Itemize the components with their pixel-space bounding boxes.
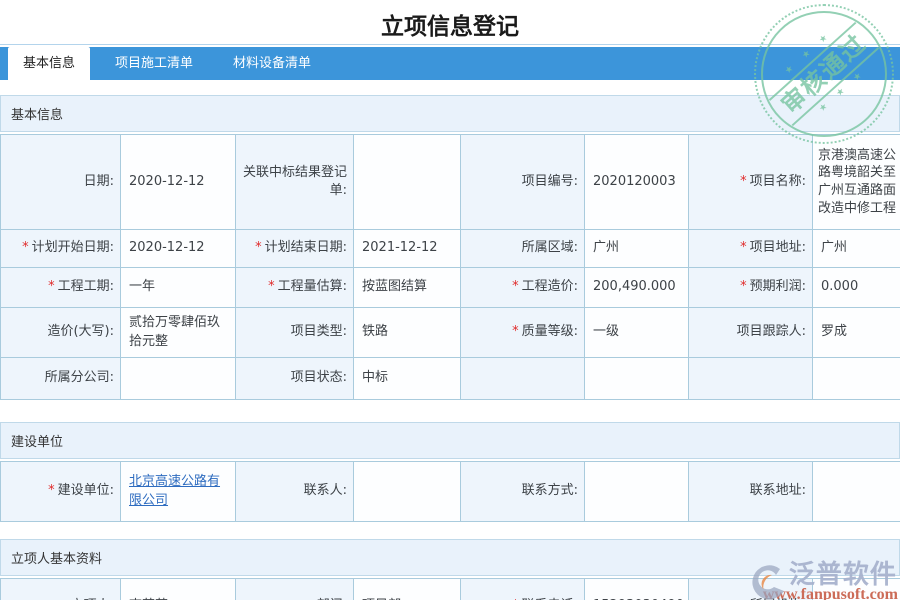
value-project-tracker: 罗成: [812, 307, 900, 358]
label-founder: 立项人:: [0, 578, 121, 600]
label-project-duration: * 工程工期:: [0, 267, 121, 308]
label-construction-unit: * 建设单位:: [0, 461, 121, 522]
required-asterisk: *: [512, 324, 519, 340]
section-founder-info: 立项人基本资料 立项人: 李若若 部门: 项目部 *联系电话: 15293030…: [0, 539, 900, 600]
label-plan-end-date: * 计划结束日期:: [235, 229, 354, 268]
value-expected-profit: 0.000: [812, 267, 900, 308]
required-asterisk: *: [255, 240, 262, 256]
label-region: 所属区域:: [460, 229, 585, 268]
section-founder-info-title: 立项人基本资料: [0, 539, 900, 576]
value-contact-address: [812, 461, 900, 522]
value-quantity-estimate: 按蓝图结算: [353, 267, 461, 308]
table-row: * 工程工期: 一年 * 工程量估算: 按蓝图结算 * 工程造价: 200,490.0…: [0, 267, 900, 308]
value-project-status: 中标: [353, 357, 461, 400]
empty-value-cell: [812, 357, 900, 400]
label-project-status: 项目状态:: [235, 357, 354, 400]
value-cost-in-words: 贰拾万零肆佰玖拾元整: [120, 307, 236, 358]
label-quality-grade: * 质量等级:: [460, 307, 585, 358]
required-asterisk: *: [740, 173, 747, 189]
table-row: 立项人: 李若若 部门: 项目部 *联系电话: 15293030490 所属机构…: [0, 578, 900, 600]
construction-unit-table: * 建设单位: 北京高速公路有限公司 联系人: 联系方式: 联系地址:: [0, 461, 900, 522]
section-basic-info-title: 基本信息: [0, 95, 900, 132]
table-row: * 建设单位: 北京高速公路有限公司 联系人: 联系方式: 联系地址:: [0, 461, 900, 522]
required-asterisk: *: [48, 483, 55, 499]
label-organization: 所属机构:: [688, 578, 813, 600]
value-plan-end-date: 2021-12-12: [353, 229, 461, 268]
value-date: 2020-12-12: [120, 134, 236, 230]
value-construction-unit: 北京高速公路有限公司: [120, 461, 236, 522]
value-contact-person: [353, 461, 461, 522]
label-contact-person: 联系人:: [235, 461, 354, 522]
value-plan-start-date: 2020-12-12: [120, 229, 236, 268]
tab-bar: 基本信息 项目施工清单 材料设备清单: [0, 47, 900, 80]
label-project-cost: * 工程造价:: [460, 267, 585, 308]
basic-info-table: 日期: 2020-12-12 关联中标结果登记单: 项目编号: 20201200…: [0, 134, 900, 400]
value-related-bid-result: [353, 134, 461, 230]
value-organization: [812, 578, 900, 600]
value-contact-method: [584, 461, 689, 522]
value-founder: 李若若: [120, 578, 236, 600]
value-project-number: 2020120003: [584, 134, 689, 230]
empty-value-cell: [584, 357, 689, 400]
required-asterisk: *: [512, 279, 519, 295]
tabbar-topline: [0, 44, 900, 45]
label-contact-address: 联系地址:: [688, 461, 813, 522]
founder-info-table: 立项人: 李若若 部门: 项目部 *联系电话: 15293030490 所属机构…: [0, 578, 900, 600]
value-quality-grade: 一级: [584, 307, 689, 358]
table-row: 造价(大写): 贰拾万零肆佰玖拾元整 项目类型: 铁路 * 质量等级: 一级 项目…: [0, 307, 900, 358]
label-contact-phone: *联系电话:: [460, 578, 585, 600]
required-asterisk: *: [22, 240, 29, 256]
label-cost-in-words: 造价(大写):: [0, 307, 121, 358]
required-asterisk: *: [740, 240, 747, 256]
required-asterisk: *: [268, 279, 275, 295]
empty-label-cell: [688, 357, 813, 400]
table-row: 所属分公司: 项目状态: 中标: [0, 357, 900, 400]
table-row: 日期: 2020-12-12 关联中标结果登记单: 项目编号: 20201200…: [0, 134, 900, 230]
required-asterisk: *: [48, 279, 55, 295]
label-project-type: 项目类型:: [235, 307, 354, 358]
tab-construction-list[interactable]: 项目施工清单: [100, 47, 208, 80]
value-project-address: 广州: [812, 229, 900, 268]
page-title: 立项信息登记: [381, 14, 519, 40]
construction-unit-link[interactable]: 北京高速公路有限公司: [129, 474, 220, 507]
label-project-name: * 项目名称:: [688, 134, 813, 230]
value-project-cost: 200,490.000: [584, 267, 689, 308]
label-date: 日期:: [0, 134, 121, 230]
label-project-number: 项目编号:: [460, 134, 585, 230]
section-construction-unit: 建设单位 * 建设单位: 北京高速公路有限公司 联系人: 联系方式: 联系地址:: [0, 422, 900, 522]
label-project-address: * 项目地址:: [688, 229, 813, 268]
tab-basic-info[interactable]: 基本信息: [8, 47, 91, 80]
value-project-type: 铁路: [353, 307, 461, 358]
label-department: 部门:: [235, 578, 354, 600]
table-row: * 计划开始日期: 2020-12-12 * 计划结束日期: 2021-12-12 …: [0, 229, 900, 268]
label-quantity-estimate: * 工程量估算:: [235, 267, 354, 308]
label-related-bid-result: 关联中标结果登记单:: [235, 134, 354, 230]
tab-material-equipment-list[interactable]: 材料设备清单: [218, 47, 326, 80]
value-branch-company: [120, 357, 236, 400]
value-contact-phone: 15293030490: [584, 578, 689, 600]
label-project-tracker: 项目跟踪人:: [688, 307, 813, 358]
label-branch-company: 所属分公司:: [0, 357, 121, 400]
value-project-name: 京港澳高速公路粤境韶关至广州互通路面改造中修工程: [812, 134, 900, 230]
label-expected-profit: * 预期利润:: [688, 267, 813, 308]
section-basic-info: 基本信息 日期: 2020-12-12 关联中标结果登记单: 项目编号: 202…: [0, 95, 900, 400]
value-department: 项目部: [353, 578, 461, 600]
value-region: 广州: [584, 229, 689, 268]
section-construction-unit-title: 建设单位: [0, 422, 900, 459]
label-contact-method: 联系方式:: [460, 461, 585, 522]
empty-label-cell: [460, 357, 585, 400]
label-plan-start-date: * 计划开始日期:: [0, 229, 121, 268]
required-asterisk: *: [740, 279, 747, 295]
value-project-duration: 一年: [120, 267, 236, 308]
